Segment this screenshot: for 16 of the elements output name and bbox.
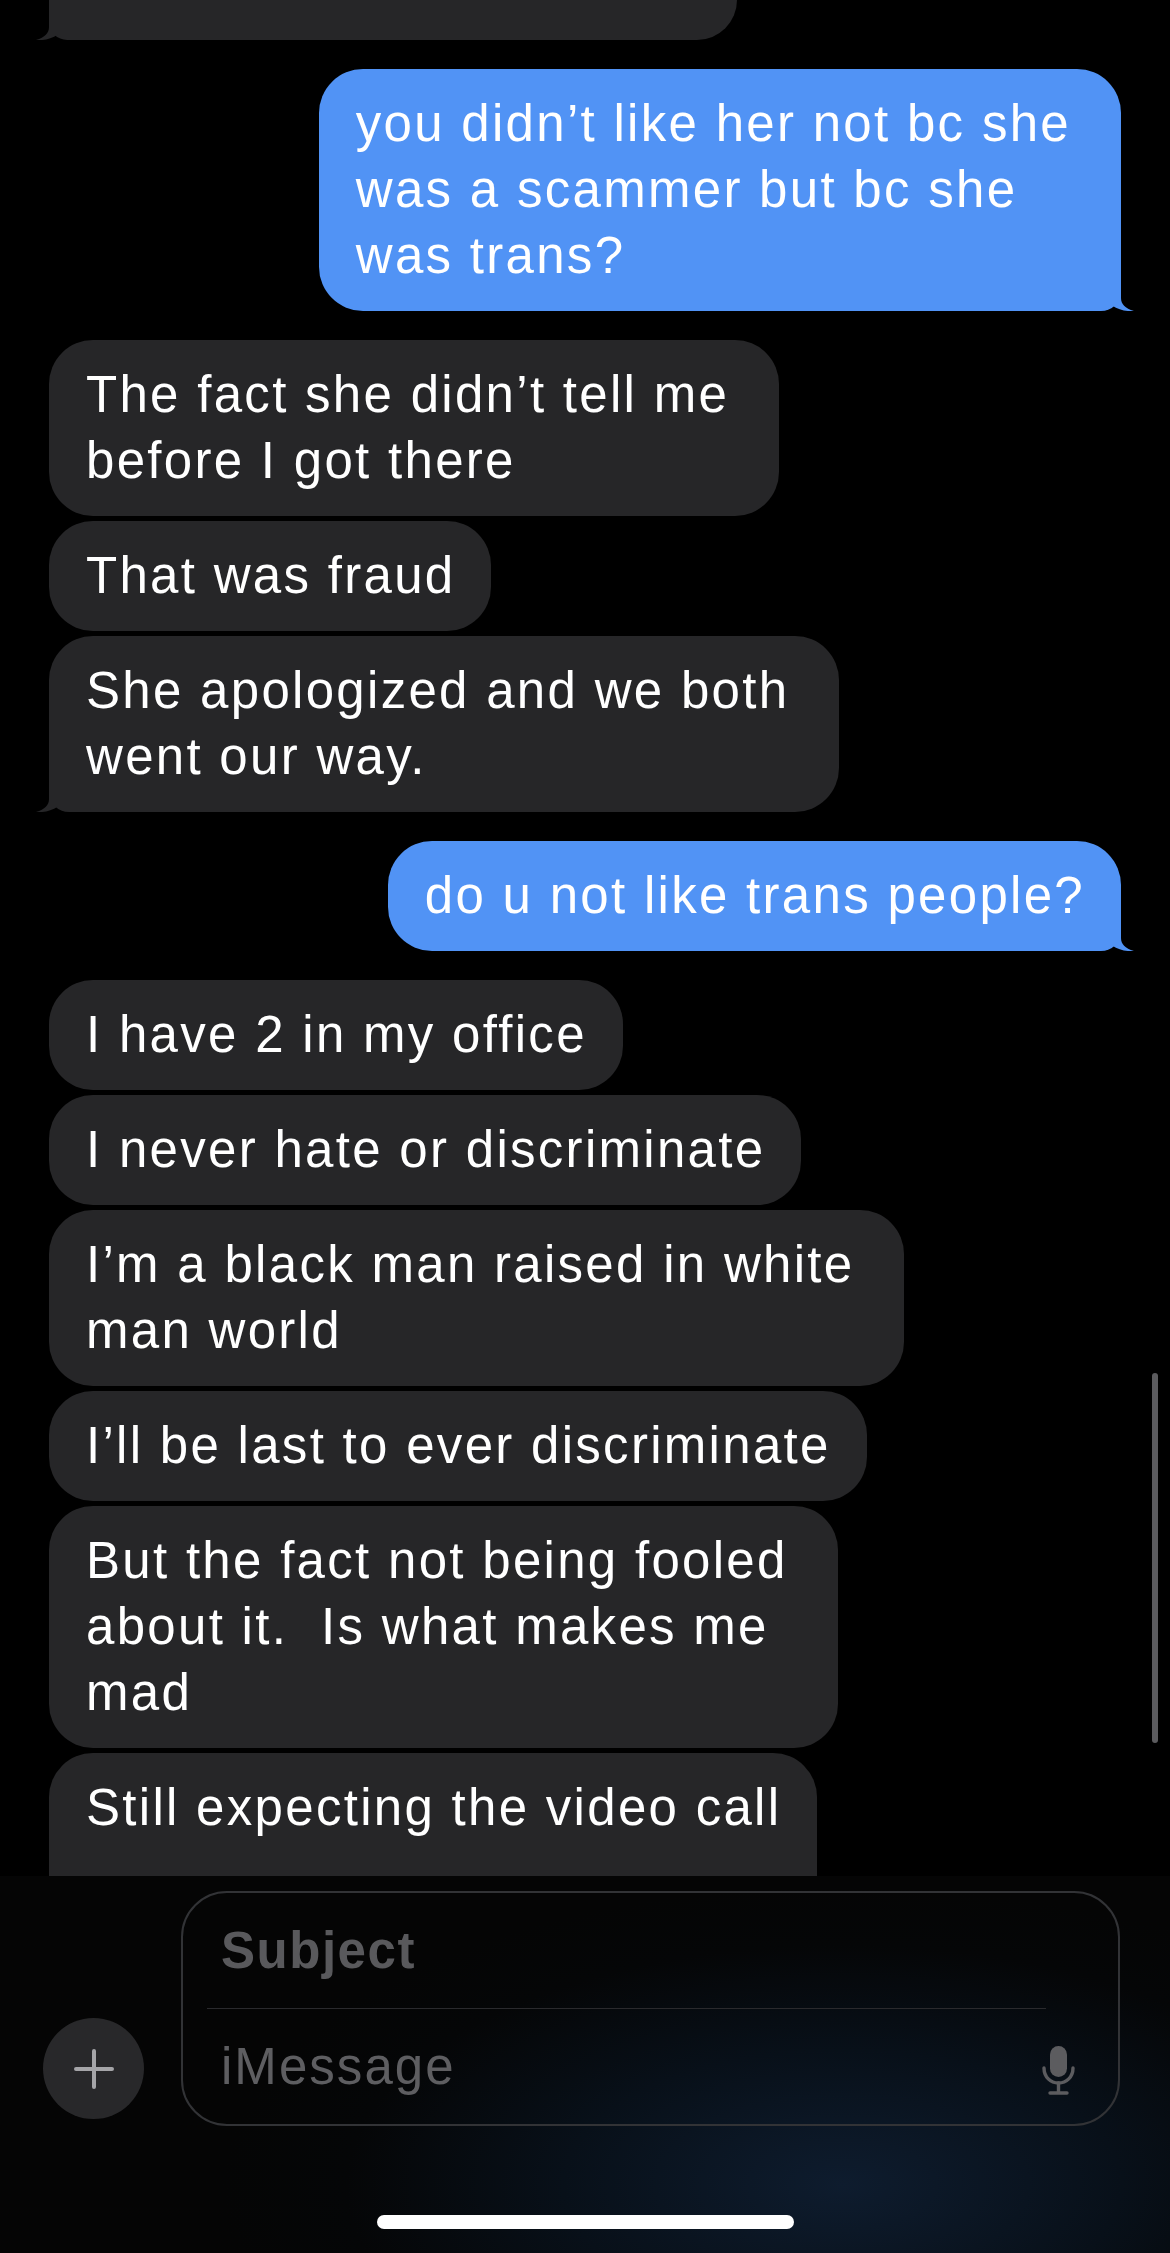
- message-text: She apologized and we both went our way.: [86, 661, 790, 787]
- message-text: That was fraud: [86, 546, 456, 606]
- message-text: I’m a black man raised in white man world: [86, 1235, 855, 1361]
- message-field[interactable]: iMessage: [183, 2016, 1042, 2117]
- message-text: do u not like trans people?: [424, 866, 1085, 926]
- compose-field[interactable]: Subject iMessage: [181, 1891, 1120, 2126]
- message-text: I have 2 in my office: [86, 1005, 587, 1065]
- message-text: I’ll be last to ever discriminate: [86, 1416, 831, 1476]
- plus-icon: [73, 2048, 114, 2089]
- message-text: I never hate or discriminate: [86, 1120, 766, 1180]
- microphone-icon[interactable]: [1042, 2046, 1075, 2095]
- message-text: Still expecting the video call: [86, 1778, 782, 1838]
- message-text: you didn’t like her not bc she was a scammer but bc she was trans?: [355, 94, 1071, 286]
- subject-field[interactable]: Subject: [183, 1893, 1118, 2008]
- message-text: But the fact not being fooled about it. Is what makes me mad: [86, 1531, 788, 1723]
- message-text: The fact she didn’t tell me before I got there: [86, 365, 730, 491]
